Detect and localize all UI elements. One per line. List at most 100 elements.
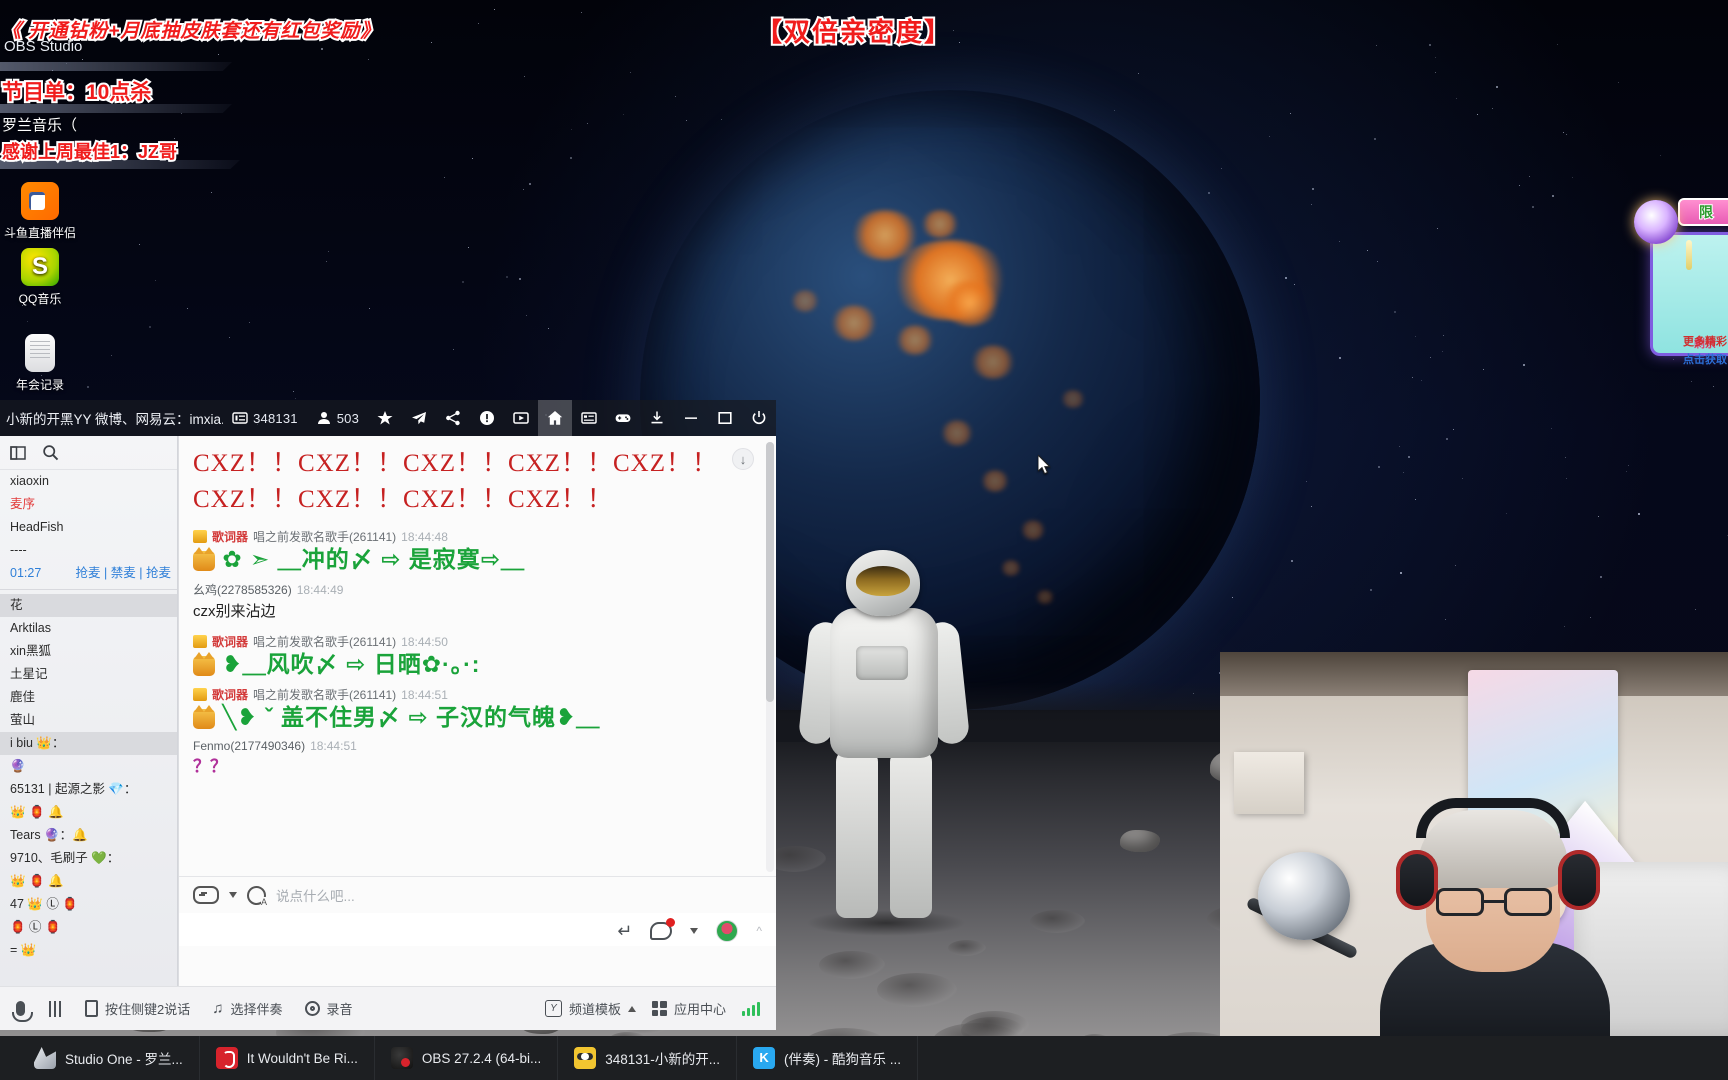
taskbar-app-label: Studio One - 罗兰... [65, 1048, 183, 1068]
channel-template-button[interactable]: Y 频道模板 [545, 999, 636, 1018]
chevron-up-icon[interactable]: ^ [756, 924, 762, 938]
sidebar-action[interactable]: 禁麦 [111, 566, 136, 580]
app-center-label: 应用中心 [674, 999, 726, 1018]
sidebar-item-12[interactable]: 🔮 [0, 755, 177, 778]
taskbar-apps: Studio One - 罗兰... It Wouldn't Be Ri... OB… [18, 1036, 918, 1080]
sidebar-item-17[interactable]: 👑 🏮 🔔 [0, 870, 177, 893]
chat-nickname[interactable]: Fenmo(2177490346) [193, 739, 305, 753]
gift-widget[interactable]: 剩余 点击获取 更多精彩 限 [1630, 196, 1728, 356]
music-note-icon: ♫ [212, 1000, 223, 1017]
list-button[interactable] [572, 400, 606, 436]
scroll-to-bottom-button[interactable]: ↓ [732, 448, 754, 470]
select-accompaniment-button[interactable]: ♫ 选择伴奏 [212, 999, 282, 1018]
sidebar-item-11[interactable]: i biu 👑： [0, 732, 177, 755]
report-button[interactable] [470, 400, 504, 436]
sidebar-item-5[interactable]: 花 [0, 594, 177, 617]
home-button[interactable] [538, 400, 572, 436]
signal-icon [742, 1002, 760, 1016]
sidebar-item-13[interactable]: 65131 | 起源之影 💎： [0, 778, 177, 801]
yy-icon [574, 1047, 596, 1069]
sidebar-item-4[interactable]: 01:27 抢麦 | 禁麦 | 抢麦 [0, 562, 177, 585]
desktop-icon-douyu[interactable]: 斗鱼直播伴侣 [4, 182, 76, 241]
enter-key-icon[interactable]: ↵ [617, 921, 632, 942]
rose-gift-icon[interactable] [716, 920, 738, 942]
chevron-down-icon[interactable] [229, 892, 237, 898]
overlay-schedule-sub: 罗兰音乐（ [2, 114, 77, 135]
maximize-button[interactable] [708, 400, 742, 436]
equalizer-button[interactable] [47, 1001, 63, 1017]
sidebar-item-20[interactable]: = 👑 [0, 939, 177, 962]
sidebar-item-1[interactable]: 麦序 [0, 493, 177, 516]
push-to-talk-label: 按住侧键2说话 [105, 999, 190, 1018]
sidebar-item-14[interactable]: 👑 🏮 🔔 [0, 801, 177, 824]
sidebar-item-19[interactable]: 🏮 Ⓛ 🏮 [0, 916, 177, 939]
chat-nickname[interactable]: 唱之前发歌名歌手(261141) [253, 633, 396, 650]
taskbar-app-0[interactable]: Studio One - 罗兰... [18, 1036, 200, 1080]
gift-widget-line3: 更多精彩 [1677, 333, 1728, 349]
sidebar-item-2[interactable]: HeadFish [0, 516, 177, 539]
sidebar-action[interactable]: 抢麦 [76, 566, 101, 580]
sidebar-item-16[interactable]: 9710、毛刷子 💚： [0, 847, 177, 870]
sidebar-item-6[interactable]: Arktilas [0, 617, 177, 640]
download-icon [649, 410, 665, 426]
chat-nickname[interactable]: 唱之前发歌名歌手(261141) [253, 528, 396, 545]
sidebar-item-3[interactable]: ---- [0, 539, 177, 562]
gift-widget-ribbon [1686, 240, 1692, 270]
channel-sidebar[interactable]: xiaoxin 麦序 HeadFish ---- 01:27 抢麦 | 禁麦 | 抢麦花… [0, 436, 178, 986]
chat-timestamp: 18:44:49 [297, 583, 344, 597]
people-icon [316, 410, 332, 426]
sidebar-item-8[interactable]: 土星记 [0, 663, 177, 686]
sidebar-item-10[interactable]: 萤山 [0, 709, 177, 732]
sidebar-action[interactable]: 抢麦 [146, 566, 171, 580]
windows-taskbar[interactable]: Studio One - 罗兰... It Wouldn't Be Ri... OB… [0, 1036, 1728, 1080]
chat-compose-area[interactable]: ↵ ^ [179, 913, 776, 946]
chat-panel: CXZ！！CXZ！！CXZ！！CXZ！！CXZ！！ CXZ！！CXZ！！CXZ！… [178, 436, 776, 986]
taskbar-app-label: It Wouldn't Be Ri... [247, 1051, 358, 1066]
minimize-icon [683, 410, 699, 426]
sidebar-item-9[interactable]: 鹿佳 [0, 686, 177, 709]
desktop-icon-document[interactable]: 年会记录 [4, 334, 76, 393]
chat-nickname[interactable]: 幺鸡(2278585326) [193, 581, 292, 598]
share-button[interactable] [436, 400, 470, 436]
yy-titlebar: 小新的开黑YY 微博、网易云：imxia... 348131 503 [0, 400, 776, 436]
online-count-display: 503 [307, 400, 368, 436]
taskbar-app-1[interactable]: It Wouldn't Be Ri... [200, 1036, 375, 1080]
search-icon[interactable] [42, 444, 59, 461]
overlay-bar-1 [0, 62, 232, 71]
sidebar-item-0[interactable]: xiaoxin [0, 470, 177, 493]
emoji-icon[interactable] [247, 886, 266, 905]
gamepad-icon[interactable] [193, 886, 219, 904]
desktop-icon-label: 斗鱼直播伴侣 [4, 226, 76, 240]
window-icon[interactable] [10, 445, 26, 461]
video-button[interactable] [504, 400, 538, 436]
chat-bubble-icon[interactable] [650, 922, 672, 940]
taskbar-app-4[interactable]: K (伴奏) - 酷狗音乐 ... [737, 1036, 918, 1080]
overlay-thanks: 感谢上周最佳1：JZ哥 [2, 138, 177, 164]
chat-nickname[interactable]: 唱之前发歌名歌手(261141) [253, 686, 396, 703]
chat-scrollbar[interactable] [766, 442, 774, 872]
sidebar-item-7[interactable]: xin黑狐 [0, 640, 177, 663]
yy-bottom-right: Y 频道模板 应用中心 [545, 999, 760, 1018]
microphone-button[interactable] [16, 1001, 25, 1016]
crown-badge-icon [193, 688, 207, 701]
chevron-down-icon[interactable] [690, 928, 698, 934]
sidebar-item-15[interactable]: Tears 🔮：🔔 [0, 824, 177, 847]
minimize-button[interactable] [674, 400, 708, 436]
close-button[interactable] [742, 400, 776, 436]
record-button[interactable]: 录音 [305, 999, 353, 1018]
taskbar-app-3[interactable]: 348131-小新的开... [558, 1036, 737, 1080]
taskbar-app-2[interactable]: OBS 27.2.4 (64-bi... [375, 1036, 558, 1080]
desktop-icon-qq-music[interactable]: QQ音乐 [4, 248, 76, 307]
download-button[interactable] [640, 400, 674, 436]
app-center-button[interactable]: 应用中心 [652, 999, 726, 1018]
favorite-button[interactable] [368, 400, 402, 436]
taskbar-app-label: OBS 27.2.4 (64-bi... [422, 1051, 541, 1066]
sidebar-item-18[interactable]: 47 👑 Ⓛ 🏮 [0, 893, 177, 916]
chat-scrollbar-thumb[interactable] [766, 442, 774, 702]
push-to-talk-button[interactable]: 按住侧键2说话 [85, 999, 190, 1018]
chat-message-list[interactable]: CXZ！！CXZ！！CXZ！！CXZ！！CXZ！！ CXZ！！CXZ！！CXZ！… [179, 436, 762, 876]
shield-icon [479, 410, 495, 426]
sidebar-list[interactable]: xiaoxin 麦序 HeadFish ---- 01:27 抢麦 | 禁麦 | 抢麦花… [0, 470, 177, 962]
game-button[interactable] [606, 400, 640, 436]
send-button[interactable] [402, 400, 436, 436]
